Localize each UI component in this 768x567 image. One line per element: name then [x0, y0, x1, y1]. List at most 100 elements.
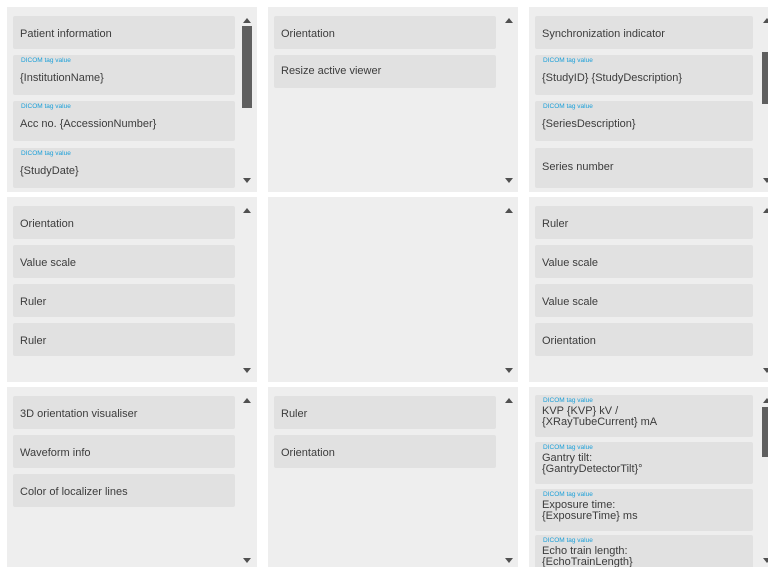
- scroll-down-arrow-icon[interactable]: [763, 558, 768, 563]
- overlay-item-value-scale[interactable]: Value scale: [535, 245, 753, 278]
- item-label-line2: {ExposureTime} ms: [542, 510, 638, 522]
- scroll-down-arrow-icon[interactable]: [505, 558, 513, 563]
- viewport-r3c3-overlay-list: DICOM tag value KVP {KVP} kV / {XRayTube…: [529, 387, 768, 567]
- overlay-item-exposure-time[interactable]: DICOM tag value Exposure time: {Exposure…: [535, 489, 753, 531]
- scrollbar[interactable]: [501, 387, 517, 567]
- viewport-r3c2-overlay-list: Ruler Orientation: [268, 387, 518, 567]
- overlay-item-orientation[interactable]: Orientation: [535, 323, 753, 356]
- item-label: Synchronization indicator: [542, 28, 665, 40]
- overlay-item-series-description[interactable]: DICOM tag value {SeriesDescription}: [535, 101, 753, 141]
- item-label: 3D orientation visualiser: [20, 408, 138, 420]
- item-label: {StudyID} {StudyDescription}: [542, 72, 683, 84]
- overlay-items: Ruler Value scale Value scale Orientatio…: [529, 197, 759, 382]
- dicom-tag-caption: DICOM tag value: [543, 491, 593, 498]
- scroll-down-arrow-icon[interactable]: [763, 178, 768, 183]
- scroll-down-arrow-icon[interactable]: [243, 558, 251, 563]
- viewport-r3c1-overlay-list: 3D orientation visualiser Waveform info …: [7, 387, 257, 567]
- scroll-up-arrow-icon[interactable]: [243, 18, 251, 23]
- item-label: Ruler: [20, 296, 47, 308]
- scroll-down-arrow-icon[interactable]: [763, 368, 768, 373]
- item-label: Value scale: [542, 257, 599, 269]
- dicom-tag-caption: DICOM tag value: [543, 103, 593, 110]
- dicom-tag-caption: DICOM tag value: [543, 397, 593, 404]
- scrollbar-thumb[interactable]: [242, 26, 252, 108]
- viewport-r2c1-overlay-list: Orientation Value scale Ruler Ruler: [7, 197, 257, 382]
- item-label: Orientation: [281, 447, 335, 459]
- overlay-item-kvp[interactable]: DICOM tag value KVP {KVP} kV / {XRayTube…: [535, 395, 753, 437]
- scrollbar[interactable]: [239, 7, 255, 192]
- item-label: Patient information: [20, 28, 112, 40]
- scrollbar[interactable]: [759, 7, 768, 192]
- overlay-item-study[interactable]: DICOM tag value {StudyID} {StudyDescript…: [535, 55, 753, 95]
- scrollbar[interactable]: [501, 197, 517, 382]
- viewport-r1c3-overlay-list: Synchronization indicator DICOM tag valu…: [529, 7, 768, 192]
- viewport-r1c1-overlay-list: Patient information DICOM tag value {Ins…: [7, 7, 257, 192]
- overlay-item-gantry-tilt[interactable]: DICOM tag value Gantry tilt: {GantryDete…: [535, 442, 753, 484]
- dicom-tag-caption: DICOM tag value: [21, 150, 71, 157]
- scrollbar[interactable]: [759, 387, 768, 567]
- scrollbar[interactable]: [759, 197, 768, 382]
- scrollbar-thumb[interactable]: [762, 407, 768, 457]
- overlay-item-patient-information[interactable]: Patient information: [13, 16, 235, 49]
- viewport-r2c2-overlay-list: [268, 197, 518, 382]
- overlay-items: Patient information DICOM tag value {Ins…: [7, 7, 241, 192]
- item-label: Acc no. {AccessionNumber}: [20, 118, 157, 130]
- scroll-up-arrow-icon[interactable]: [505, 398, 513, 403]
- scrollbar[interactable]: [501, 7, 517, 192]
- overlay-item-orientation[interactable]: Orientation: [274, 435, 496, 468]
- scroll-up-arrow-icon[interactable]: [505, 208, 513, 213]
- item-label: Ruler: [542, 218, 569, 230]
- item-label: Orientation: [542, 335, 596, 347]
- scroll-up-arrow-icon[interactable]: [763, 208, 768, 213]
- overlay-item-synchronization-indicator[interactable]: Synchronization indicator: [535, 16, 753, 49]
- overlay-item-localizer-line-color[interactable]: Color of localizer lines: [13, 474, 235, 507]
- overlay-item-ruler[interactable]: Ruler: [274, 396, 496, 429]
- overlay-items: [268, 197, 502, 382]
- overlay-item-series-number[interactable]: Series number: [535, 148, 753, 188]
- item-label: Series number: [542, 161, 614, 173]
- item-label-line2: {XRayTubeCurrent} mA: [542, 416, 658, 428]
- overlay-item-accession-number[interactable]: DICOM tag value Acc no. {AccessionNumber…: [13, 101, 235, 141]
- scroll-up-arrow-icon[interactable]: [243, 208, 251, 213]
- overlay-item-value-scale[interactable]: Value scale: [535, 284, 753, 317]
- item-label: Ruler: [20, 335, 47, 347]
- scroll-down-arrow-icon[interactable]: [505, 178, 513, 183]
- scroll-down-arrow-icon[interactable]: [505, 368, 513, 373]
- scroll-up-arrow-icon[interactable]: [763, 18, 768, 23]
- overlay-item-ruler[interactable]: Ruler: [13, 323, 235, 356]
- item-label: Value scale: [542, 296, 599, 308]
- overlay-items: Ruler Orientation: [268, 387, 502, 567]
- overlay-item-ruler[interactable]: Ruler: [535, 206, 753, 239]
- overlay-items: Orientation Value scale Ruler Ruler: [7, 197, 241, 382]
- dicom-tag-caption: DICOM tag value: [543, 57, 593, 64]
- scroll-up-arrow-icon[interactable]: [243, 398, 251, 403]
- item-label: {SeriesDescription}: [542, 118, 636, 130]
- overlay-item-3d-orientation-visualiser[interactable]: 3D orientation visualiser: [13, 396, 235, 429]
- overlay-item-orientation[interactable]: Orientation: [13, 206, 235, 239]
- scroll-up-arrow-icon[interactable]: [763, 398, 768, 403]
- item-label: Orientation: [281, 28, 335, 40]
- overlay-item-echo-train-length[interactable]: DICOM tag value Echo train length: {Echo…: [535, 535, 753, 567]
- overlay-items: Orientation Resize active viewer: [268, 7, 502, 192]
- dicom-tag-caption: DICOM tag value: [543, 444, 593, 451]
- overlay-items: 3D orientation visualiser Waveform info …: [7, 387, 241, 567]
- overlay-item-ruler[interactable]: Ruler: [13, 284, 235, 317]
- overlay-item-waveform-info[interactable]: Waveform info: [13, 435, 235, 468]
- scroll-up-arrow-icon[interactable]: [505, 18, 513, 23]
- scroll-down-arrow-icon[interactable]: [243, 178, 251, 183]
- overlay-item-institution-name[interactable]: DICOM tag value {InstitutionName}: [13, 55, 235, 95]
- scrollbar[interactable]: [239, 387, 255, 567]
- item-label: Value scale: [20, 257, 77, 269]
- item-label: {InstitutionName}: [20, 72, 104, 84]
- scrollbar-thumb[interactable]: [762, 52, 768, 104]
- overlay-item-resize-active-viewer[interactable]: Resize active viewer: [274, 55, 496, 88]
- scrollbar[interactable]: [239, 197, 255, 382]
- overlay-item-value-scale[interactable]: Value scale: [13, 245, 235, 278]
- item-label: {StudyDate}: [20, 165, 79, 177]
- scroll-down-arrow-icon[interactable]: [243, 368, 251, 373]
- overlay-item-study-date[interactable]: DICOM tag value {StudyDate}: [13, 148, 235, 188]
- dicom-tag-caption: DICOM tag value: [21, 57, 71, 64]
- overlay-items: Synchronization indicator DICOM tag valu…: [529, 7, 759, 192]
- item-label: Color of localizer lines: [20, 486, 128, 498]
- overlay-item-orientation[interactable]: Orientation: [274, 16, 496, 49]
